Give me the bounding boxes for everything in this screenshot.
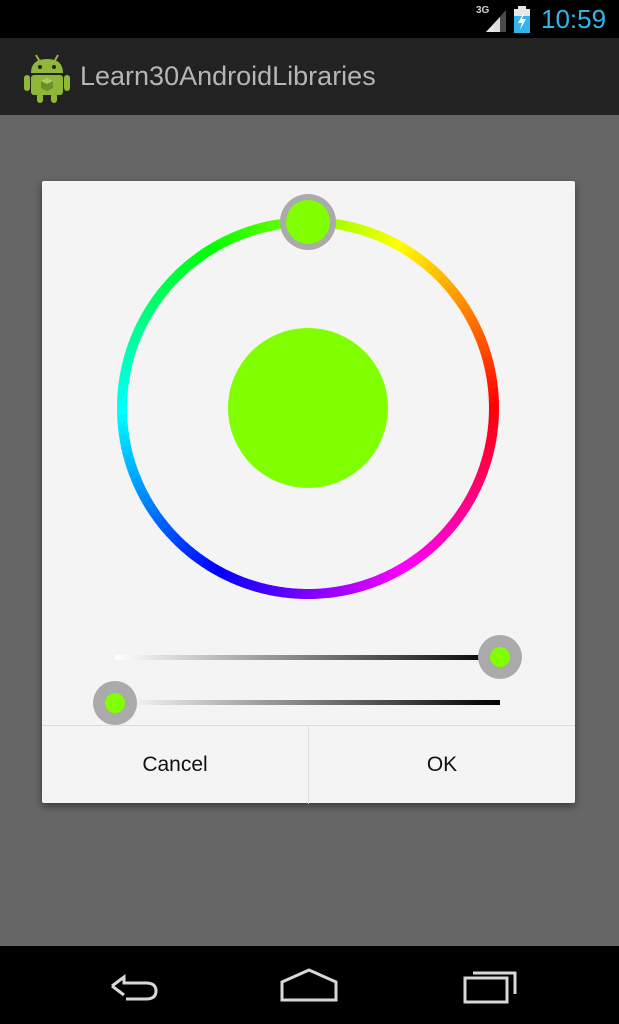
app-title: Learn30AndroidLibraries: [80, 61, 376, 91]
battery-charging-icon: [514, 6, 530, 33]
color-picker-dialog: Cancel OK: [42, 181, 575, 804]
status-bar: 3G 10:59: [0, 0, 619, 38]
value-slider[interactable]: [93, 681, 500, 725]
navigation-bar: [0, 946, 619, 1024]
saturation-slider-thumb[interactable]: [478, 635, 522, 679]
network-type-label: 3G: [476, 5, 490, 16]
home-icon[interactable]: [274, 964, 344, 1008]
clock: 10:59: [541, 4, 607, 34]
android-icon: [24, 51, 70, 103]
cancel-button[interactable]: Cancel: [42, 726, 309, 804]
recents-icon[interactable]: [455, 964, 525, 1008]
saturation-slider[interactable]: [115, 635, 522, 679]
hue-ring-thumb[interactable]: [280, 194, 336, 250]
dialog-button-bar: Cancel OK: [42, 725, 575, 804]
selected-color-swatch: [228, 328, 388, 488]
screen: 3G 10:59 Learn30AndroidLibraries Cancel …: [0, 0, 619, 1024]
back-icon[interactable]: [96, 964, 166, 1008]
value-slider-thumb[interactable]: [93, 681, 137, 725]
signal-icon: 3G: [472, 5, 506, 32]
color-picker-canvas: [93, 194, 522, 725]
action-bar: Learn30AndroidLibraries: [0, 38, 619, 115]
ok-button[interactable]: OK: [309, 726, 575, 804]
